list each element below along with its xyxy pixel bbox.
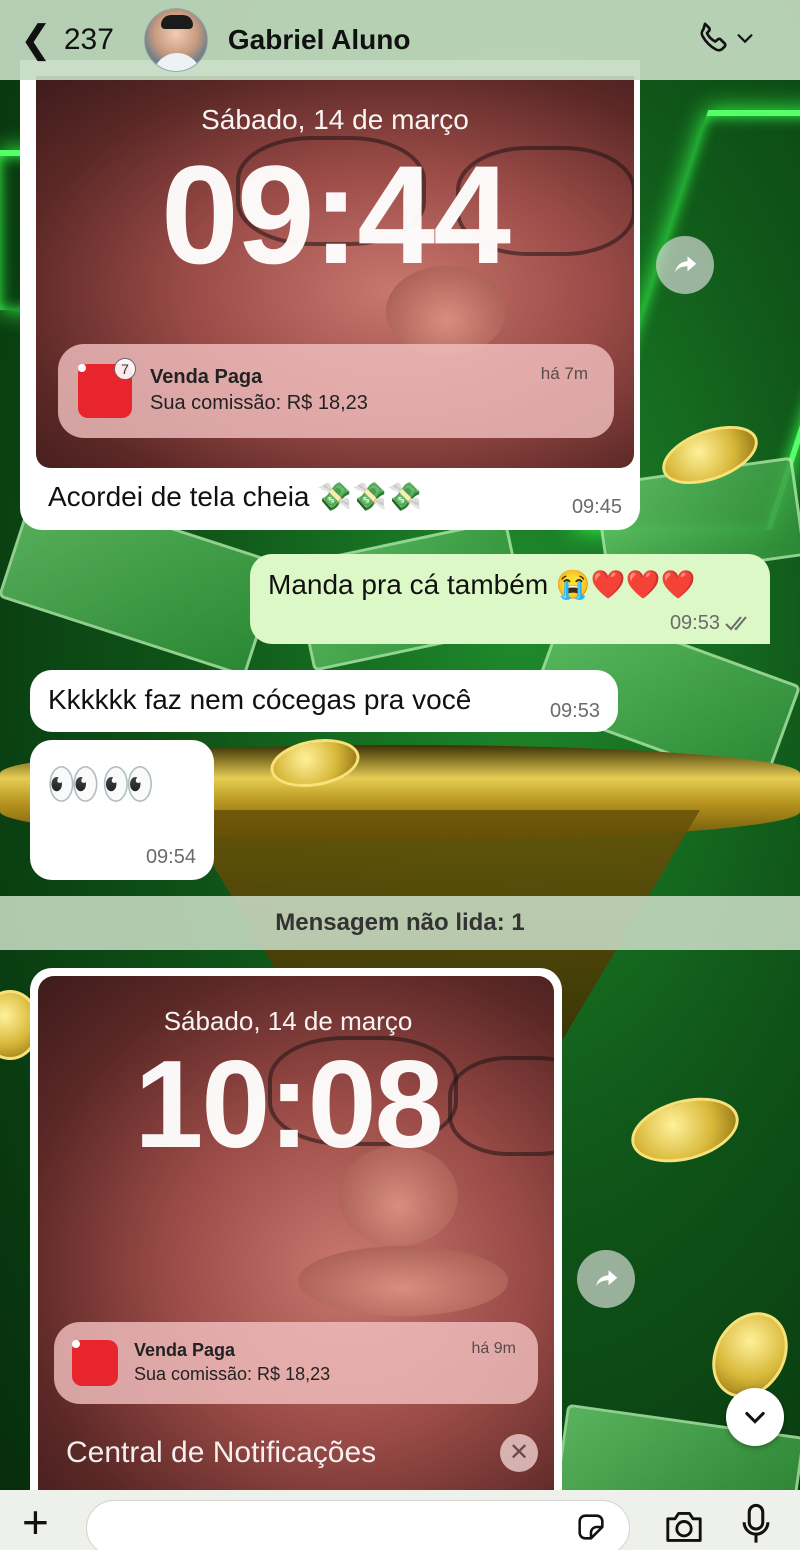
avatar[interactable]: [143, 8, 208, 72]
message-text: Kkkkkk faz nem cócegas pra você: [48, 684, 472, 715]
read-receipt-icon: [725, 616, 747, 631]
scroll-to-bottom-button[interactable]: [726, 1388, 784, 1446]
phone-icon: [700, 22, 727, 52]
message-time: 09:53: [669, 612, 720, 634]
microphone-icon: [742, 1503, 770, 1543]
lockscreen-date: Sábado, 14 de março: [163, 1006, 413, 1036]
notification-card: 7 Venda Paga Sua comissão: R$ 18,23 há 7…: [58, 344, 614, 438]
message-text: Manda pra cá também 😭❤️❤️❤️: [268, 569, 696, 600]
app-icon: [72, 1340, 118, 1386]
message-emoji: 👀👀: [46, 760, 156, 809]
lockscreen-date: Sábado, 14 de março: [201, 104, 469, 135]
notification-center-close-button[interactable]: ✕: [500, 1434, 538, 1472]
attach-button[interactable]: +: [22, 1499, 49, 1545]
message-composer: +: [0, 1490, 800, 1550]
contact-name[interactable]: Gabriel Aluno: [228, 24, 411, 56]
chevron-left-icon: ❮: [20, 19, 52, 61]
notification-time: há 9m: [471, 1340, 516, 1357]
back-button[interactable]: ❮ 237: [20, 21, 114, 59]
microphone-button[interactable]: [738, 1502, 774, 1550]
coin-decoration: [624, 1086, 746, 1174]
message-caption: Acordei de tela cheia 💸💸💸: [48, 481, 422, 512]
chat-header: ❮ 237 Gabriel Aluno: [0, 0, 800, 80]
lockscreen-time: 10:08: [134, 1036, 443, 1174]
message-time: 09:53: [549, 700, 600, 722]
lockscreen-time: 09:44: [160, 136, 511, 293]
incoming-message-bubble[interactable]: Kkkkkk faz nem cócegas pra você 09:53: [30, 670, 618, 732]
close-icon: ✕: [508, 1439, 530, 1466]
forward-button[interactable]: [656, 236, 714, 294]
chevron-down-icon: [737, 34, 753, 44]
message-time: 09:45: [571, 496, 622, 518]
plus-icon: +: [22, 1496, 49, 1548]
face-decoration: [298, 1246, 508, 1316]
incoming-message-bubble[interactable]: 👀👀 09:54: [30, 740, 214, 880]
notification-body: Sua comissão: R$ 18,23: [134, 1364, 331, 1384]
camera-button[interactable]: [662, 1508, 706, 1549]
unread-messages-banner: Mensagem não lida: 1: [0, 896, 800, 950]
lockscreen-screenshot[interactable]: Sábado, 14 de março 09:44 7 Venda Paga S…: [36, 76, 634, 468]
forward-arrow-icon: [675, 256, 697, 273]
message-input[interactable]: [86, 1500, 630, 1550]
notification-body: Sua comissão: R$ 18,23: [150, 392, 368, 414]
message-time: 09:54: [145, 846, 196, 868]
notification-title: Venda Paga: [150, 366, 263, 388]
notification-title: Venda Paga: [134, 1340, 236, 1360]
call-button[interactable]: [694, 18, 756, 58]
camera-icon: [666, 1511, 702, 1542]
notification-card: Venda Paga Sua comissão: R$ 18,23 há 9m: [54, 1322, 538, 1404]
sticker-button[interactable]: [574, 1510, 608, 1549]
chevron-down-icon: [745, 1411, 765, 1424]
image-message-bubble[interactable]: Sábado, 14 de março 10:08 Venda Paga Sua…: [30, 968, 562, 1508]
notification-center-label: Central de Notificações: [66, 1436, 377, 1469]
forward-arrow-icon: [596, 1270, 618, 1287]
outgoing-message-bubble[interactable]: Manda pra cá também 😭❤️❤️❤️ 09:53: [250, 554, 770, 644]
image-message-bubble[interactable]: Sábado, 14 de março 09:44 7 Venda Paga S…: [20, 60, 640, 530]
forward-button[interactable]: [577, 1250, 635, 1308]
sticker-icon: [578, 1514, 604, 1540]
notification-count-badge: 7: [114, 358, 136, 380]
notification-time: há 7m: [540, 364, 588, 383]
unread-chats-count: 237: [63, 23, 114, 56]
lockscreen-screenshot[interactable]: Sábado, 14 de março 10:08 Venda Paga Sua…: [38, 976, 554, 1508]
